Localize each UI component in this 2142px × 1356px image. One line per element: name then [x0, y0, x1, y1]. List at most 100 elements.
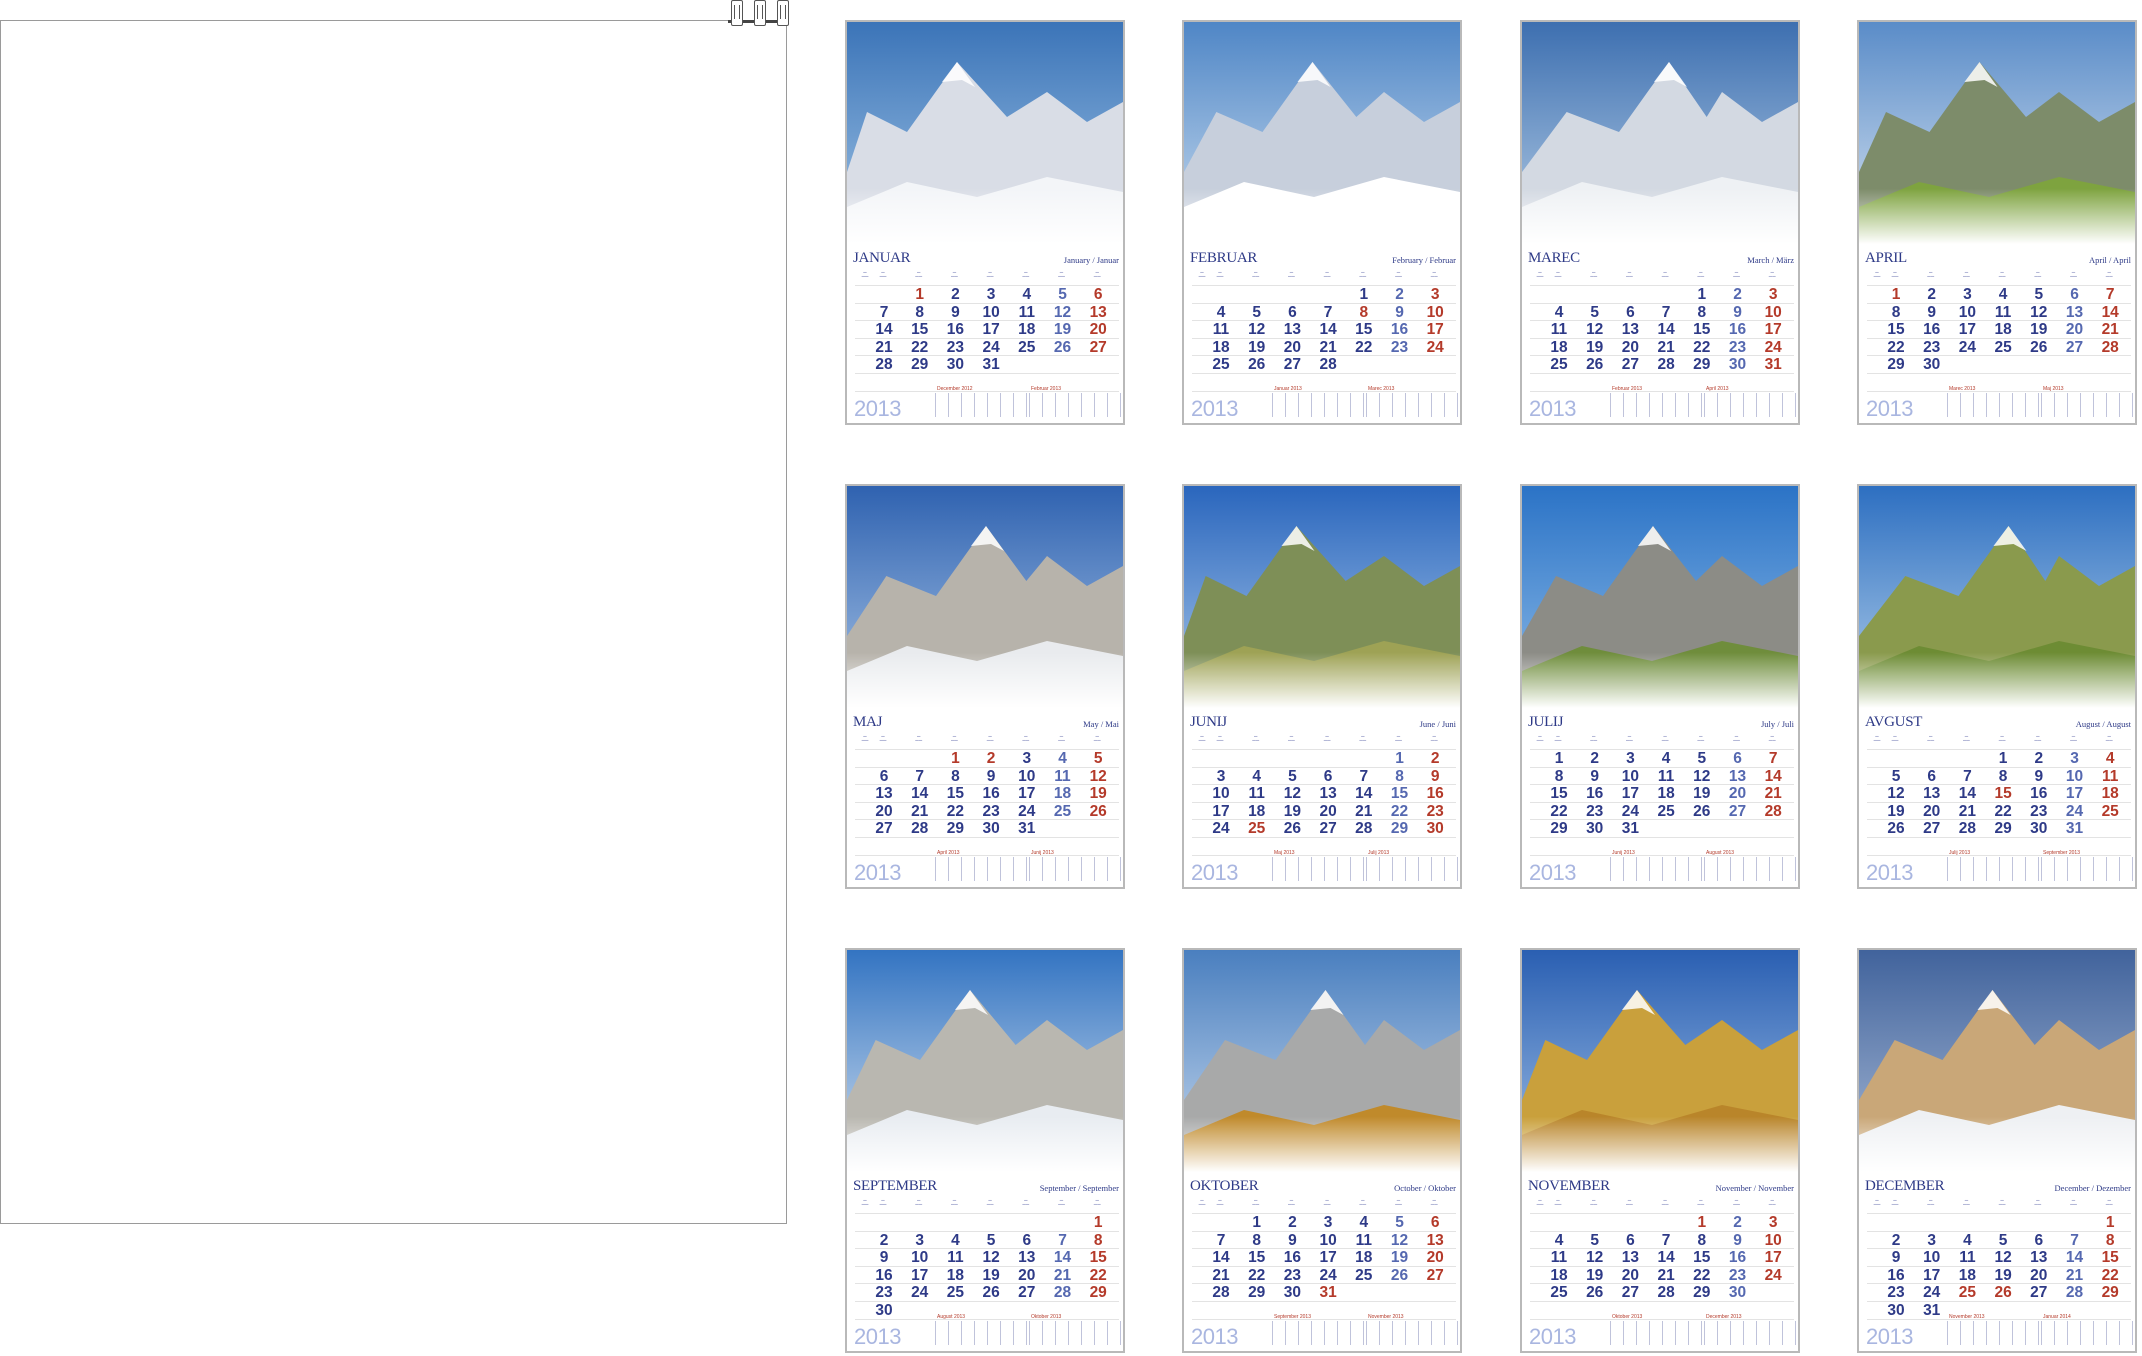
mini-calendar-grid	[1947, 857, 2039, 881]
mini-calendar-grid	[1366, 1321, 1458, 1345]
month-name: AVGUST	[1865, 714, 1923, 730]
month-sheet-februar: FEBRUAR February / Februar ▬ ▬▬ ▬ ▬▬ ▬ ▬▬ ▬ ▬▬ ▬ ▬▬…	[1182, 20, 1462, 425]
row-separator	[1867, 1213, 2131, 1214]
mini-calendar-next: November 2013	[1366, 1314, 1458, 1346]
weekday-header-cell: ▬ ▬▬	[986, 734, 994, 742]
weekday-header-cell: ▬ ▬▬	[1661, 270, 1669, 278]
calendar-day: 27	[2065, 338, 2084, 356]
calendar-day: 16	[1923, 321, 1941, 339]
mini-calendar-title: Marec 2013	[1949, 386, 1976, 392]
weekday-header-cell: ▬ ▬▬	[1626, 734, 1633, 742]
calendar-day: 5	[1252, 303, 1261, 321]
calendar-day: 26	[1053, 338, 1072, 356]
calendar-day: 9	[1733, 303, 1742, 321]
weekday-header-cell: ▬ ▬▬	[1252, 270, 1260, 278]
mini-calendar-title: November 2013	[1368, 1314, 1404, 1320]
calendar-day: 30	[946, 356, 965, 374]
calendar-day: 2	[986, 750, 996, 767]
calendar-day: 24	[911, 1284, 929, 1302]
calendar-day: 11	[947, 1249, 964, 1267]
calendar-day: 21	[1657, 1266, 1675, 1284]
calendar-day: 2	[2034, 750, 2044, 767]
weekday-header-cell: ▬ ▬▬	[1395, 1198, 1402, 1206]
weekday-header-cell: ▬ ▬▬	[1891, 1198, 1899, 1206]
weekday-header-cell: ▬ ▬▬	[1626, 1198, 1633, 1206]
month-name: APRIL	[1865, 250, 1907, 266]
calendar-day: 11	[1550, 321, 1568, 339]
month-sheet-maj: MAJ May / Mai ▬ ▬▬ ▬ ▬▬ ▬ ▬▬ ▬ ▬▬ ▬ ▬▬ ▬ ▬▬ ▬ ▬▬ ▬ ▬▬ 1 2 3 4…	[845, 484, 1125, 889]
calendar-day: 10	[1923, 1249, 1941, 1267]
weekday-header-cell: ▬ ▬▬	[1697, 1198, 1705, 1206]
calendar-day: 14	[875, 321, 893, 339]
mini-calendar-prev: Maj 2013	[1272, 850, 1364, 882]
calendar-day: 6	[1927, 767, 1936, 785]
calendar-day: 29	[1390, 820, 1409, 838]
calendar-day: 10	[2065, 767, 2084, 785]
binding-ring	[754, 0, 766, 26]
calendar-day: 25	[1355, 1266, 1373, 1284]
calendar-day: 16	[982, 785, 1000, 803]
calendar-day: 15	[911, 321, 929, 339]
calendar-day: 3	[2070, 750, 2079, 767]
year-label: 2013	[1866, 396, 1913, 421]
calendar-day: 30	[1887, 1302, 1905, 1319]
weekday-header-cell: ▬ ▬▬	[1891, 270, 1899, 278]
calendar-day: 14	[1212, 1249, 1230, 1267]
calendar-day: 22	[1693, 1266, 1711, 1284]
calendar-day: 24	[2065, 802, 2084, 820]
calendar-day: 5	[1891, 767, 1901, 785]
calendar-day: 19	[1693, 785, 1711, 803]
landscape-photo	[1184, 22, 1460, 244]
weekday-header-cell: ▬ ▬▬	[1058, 270, 1065, 278]
mini-calendar-grid	[1029, 857, 1121, 881]
calendar-day: 12	[1887, 785, 1905, 803]
mini-calendar-prev: Marec 2013	[1947, 386, 2039, 418]
calendar-day: 11	[1018, 303, 1035, 321]
calendar-day: 18	[1355, 1249, 1373, 1267]
mini-calendar-grid	[1947, 1321, 2039, 1345]
calendar-day: 2	[1430, 750, 1440, 767]
calendar-day: 8	[1359, 303, 1369, 321]
calendar-day: 11	[1212, 321, 1230, 339]
weekday-header-cell: ▬ ▬▬	[2070, 734, 2077, 742]
calendar-day: 27	[1923, 820, 1941, 838]
weekday-header-cell: ▬ ▬▬	[879, 270, 887, 278]
weekday-header-cell: ▬ ▬▬	[879, 734, 887, 742]
weekday-header-cell: ▬ ▬▬	[1323, 1198, 1331, 1206]
calendar-day: 3	[1216, 767, 1226, 785]
mini-calendar-grid	[1029, 393, 1121, 417]
weekday-header-cell: ▬ ▬▬	[1288, 734, 1295, 742]
calendar-day: 19	[1994, 1266, 2012, 1284]
calendar-day: 16	[1728, 321, 1747, 339]
calendar-day: 29	[1994, 820, 2012, 838]
calendar-day: 3	[1323, 1214, 1333, 1231]
weekday-header-cell: ▬ ▬▬	[1554, 270, 1562, 278]
landscape-photo	[847, 950, 1123, 1172]
weekday-header-cell: ▬ ▬▬	[1093, 734, 1101, 742]
calendar-day: 27	[1621, 356, 1640, 374]
month-name: DECEMBER	[1865, 1178, 1945, 1194]
mini-calendar-prev: Februar 2013	[1610, 386, 1702, 418]
calendar-day: 29	[946, 820, 965, 838]
calendar-day: 21	[1212, 1266, 1230, 1284]
weekday-header-cell: ▬ ▬▬	[1093, 1198, 1101, 1206]
calendar-day: 24	[1923, 1284, 1941, 1302]
calendar-day: 3	[915, 1231, 924, 1249]
weekday-header-cell: ▬ ▬▬	[2034, 270, 2042, 278]
weekday-header-cell: ▬ ▬▬	[951, 270, 958, 278]
calendar-day: 19	[1586, 338, 1604, 356]
calendar-day: 25	[946, 1284, 965, 1302]
calendar-day: 3	[986, 286, 996, 303]
calendar-day: 26	[1994, 1284, 2012, 1302]
weekday-header-cell: ▬ ▬▬	[1430, 734, 1438, 742]
calendar-day: 18	[1550, 338, 1568, 356]
landscape-photo	[847, 486, 1123, 708]
mini-calendar-grid	[1272, 393, 1364, 417]
month-sheet-marec: MAREC March / März ▬ ▬▬ ▬ ▬▬ ▬ ▬▬ ▬ ▬▬ ▬ ▬▬ ▬ ▬▬ ▬ ▬▬ ▬ ▬…	[1520, 20, 1800, 425]
cover-sheet	[0, 20, 787, 1224]
calendar-day: 21	[911, 802, 929, 820]
calendar-day: 15	[1089, 1249, 1107, 1267]
calendar-day: 10	[1212, 785, 1230, 803]
calendar-day: 1	[1359, 286, 1369, 303]
calendar-day: 21	[1319, 338, 1337, 356]
